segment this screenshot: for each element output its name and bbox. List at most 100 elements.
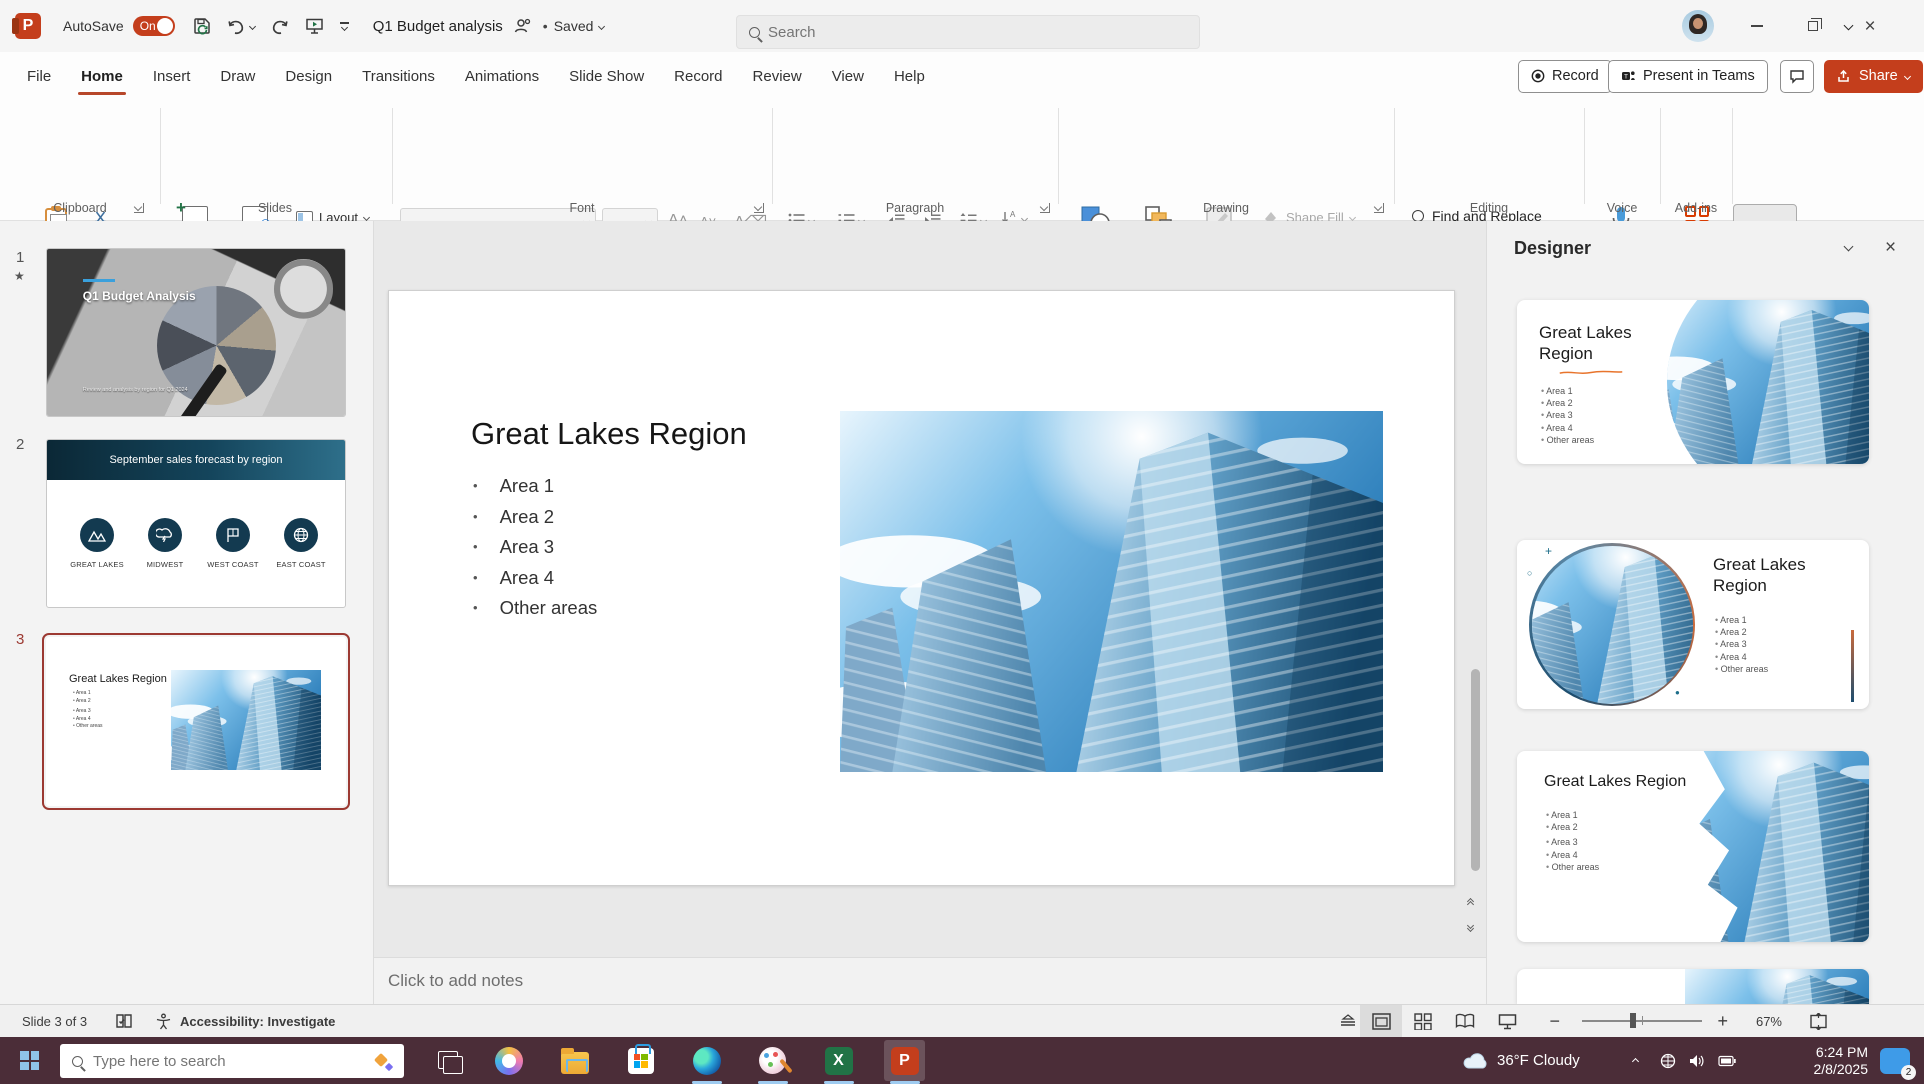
minimize-button[interactable] bbox=[1734, 0, 1780, 52]
previous-slide-button[interactable] bbox=[1468, 899, 1473, 907]
taskbar-file-explorer-icon[interactable] bbox=[554, 1040, 595, 1081]
battery-icon[interactable] bbox=[1718, 1055, 1736, 1067]
taskbar-paint-icon[interactable] bbox=[752, 1040, 793, 1081]
zoom-out-button[interactable]: − bbox=[1549, 1011, 1560, 1032]
taskbar-search-box[interactable] bbox=[60, 1044, 404, 1078]
notes-pane[interactable]: Click to add notes bbox=[374, 957, 1486, 1004]
document-title[interactable]: Q1 Budget analysis bbox=[373, 18, 503, 35]
search-icon bbox=[72, 1056, 83, 1067]
redo-icon[interactable] bbox=[271, 18, 289, 35]
clock[interactable]: 6:24 PM 2/8/2025 bbox=[1788, 1044, 1868, 1078]
saved-status-chevron-icon[interactable] bbox=[598, 22, 605, 29]
undo-icon[interactable] bbox=[227, 18, 255, 35]
account-avatar[interactable] bbox=[1682, 10, 1714, 42]
slide-sorter-view-button[interactable] bbox=[1402, 1005, 1444, 1038]
share-chevron-icon bbox=[1904, 72, 1911, 79]
zoom-slider-thumb[interactable] bbox=[1630, 1013, 1636, 1028]
zoom-in-button[interactable]: + bbox=[1717, 1011, 1728, 1032]
teams-icon: T bbox=[1621, 69, 1636, 84]
editing-group-label: Editing bbox=[1394, 201, 1584, 215]
reading-view-button[interactable] bbox=[1444, 1005, 1486, 1038]
taskbar-copilot-icon[interactable] bbox=[488, 1040, 529, 1081]
tab-help[interactable]: Help bbox=[879, 52, 940, 100]
start-slideshow-icon[interactable] bbox=[305, 17, 324, 35]
slideshow-view-button[interactable] bbox=[1486, 1005, 1528, 1038]
notification-center-icon[interactable]: 2 bbox=[1880, 1048, 1910, 1074]
search-bar[interactable] bbox=[736, 15, 1200, 49]
tab-animations[interactable]: Animations bbox=[450, 52, 554, 100]
accessibility-status[interactable]: Accessibility: Investigate bbox=[180, 1014, 335, 1029]
spell-check-icon[interactable] bbox=[115, 1005, 133, 1037]
autosave-label: AutoSave bbox=[63, 18, 124, 34]
tab-view[interactable]: View bbox=[817, 52, 879, 100]
designer-close-icon[interactable]: × bbox=[1885, 237, 1896, 259]
notes-icon bbox=[1339, 1014, 1357, 1028]
design-suggestion-4[interactable] bbox=[1517, 969, 1869, 1004]
region-label: GREAT LAKES bbox=[62, 560, 132, 569]
tab-home[interactable]: Home bbox=[66, 52, 138, 100]
taskbar-edge-icon[interactable] bbox=[686, 1040, 727, 1081]
zoom-slider[interactable] bbox=[1582, 1020, 1702, 1021]
tab-record[interactable]: Record bbox=[659, 52, 737, 100]
tab-design[interactable]: Design bbox=[270, 52, 347, 100]
tab-draw[interactable]: Draw bbox=[205, 52, 270, 100]
slide-photo[interactable] bbox=[840, 411, 1383, 772]
svg-text:T: T bbox=[1624, 73, 1628, 80]
slide-3-photo bbox=[171, 670, 321, 770]
fit-slide-to-window-icon[interactable] bbox=[1809, 1005, 1828, 1037]
autosave-toggle[interactable]: On bbox=[133, 16, 175, 36]
next-slide-button[interactable] bbox=[1468, 923, 1473, 931]
slide-3-number: 3 bbox=[16, 631, 24, 648]
slide-1-thumbnail[interactable]: Q1 Budget Analysis Review and analysis b… bbox=[46, 248, 346, 417]
design-suggestion-2[interactable]: + ○ ● Great Lakes Region Area 1 Area 2 A… bbox=[1517, 540, 1869, 709]
powerpoint-app-icon[interactable]: P bbox=[15, 13, 41, 39]
taskbar-microsoft-store-icon[interactable] bbox=[620, 1040, 661, 1081]
close-button[interactable]: × bbox=[1847, 0, 1893, 52]
tab-review[interactable]: Review bbox=[738, 52, 817, 100]
tab-insert[interactable]: Insert bbox=[138, 52, 206, 100]
restore-button[interactable] bbox=[1790, 0, 1836, 52]
weather-widget[interactable]: 36°F Cloudy bbox=[1462, 1051, 1580, 1071]
slide-indicator[interactable]: Slide 3 of 3 bbox=[22, 1014, 87, 1029]
saved-status[interactable]: Saved bbox=[554, 18, 594, 34]
record-button[interactable]: Record bbox=[1518, 60, 1612, 93]
dot-decoration-icon: ● bbox=[1675, 688, 1680, 697]
hidden-icons-chevron-icon[interactable] bbox=[1632, 1058, 1639, 1065]
slide-2-number: 2 bbox=[16, 436, 24, 453]
slide-title-text[interactable]: Great Lakes Region bbox=[471, 416, 747, 452]
vertical-scrollbar[interactable] bbox=[1471, 669, 1480, 871]
search-highlights-icon[interactable] bbox=[374, 1052, 392, 1070]
present-in-teams-button[interactable]: T Present in Teams bbox=[1608, 60, 1768, 93]
notes-placeholder: Click to add notes bbox=[388, 971, 523, 991]
slide-1-number: 1 bbox=[16, 249, 24, 266]
customize-qat-icon[interactable] bbox=[340, 22, 349, 30]
save-icon[interactable] bbox=[193, 17, 211, 35]
design-suggestion-3[interactable]: Great Lakes Region Area 1 Area 2 Area 3 … bbox=[1517, 751, 1869, 942]
taskbar-search-input[interactable] bbox=[93, 1053, 323, 1070]
comments-button[interactable] bbox=[1780, 60, 1814, 93]
start-button[interactable] bbox=[20, 1051, 39, 1070]
zoom-level[interactable]: 67% bbox=[1756, 1014, 1782, 1029]
share-button[interactable]: Share bbox=[1824, 60, 1923, 93]
network-icon[interactable] bbox=[1660, 1053, 1676, 1069]
flag-icon bbox=[216, 518, 250, 552]
taskbar-excel-icon[interactable]: X bbox=[818, 1040, 859, 1081]
slide-3-thumbnail[interactable]: Great Lakes Region Area 1 Area 2 Area 3 … bbox=[46, 637, 346, 806]
slide-2-thumbnail[interactable]: September sales forecast by region GREAT… bbox=[46, 439, 346, 608]
designer-collapse-chevron-icon[interactable] bbox=[1844, 242, 1854, 252]
task-view-button[interactable] bbox=[438, 1051, 458, 1069]
slide-bullet-list[interactable]: Area 1 Area 2 Area 3 Area 4 Other areas bbox=[473, 475, 597, 628]
tab-slide-show[interactable]: Slide Show bbox=[554, 52, 659, 100]
volume-icon[interactable] bbox=[1689, 1054, 1705, 1068]
tab-transitions[interactable]: Transitions bbox=[347, 52, 450, 100]
accessibility-icon[interactable] bbox=[155, 1005, 172, 1037]
design-3-title: Great Lakes Region bbox=[1544, 771, 1724, 792]
design-suggestion-1[interactable]: Great Lakes Region Area 1 Area 2 Area 3 … bbox=[1517, 300, 1869, 464]
slide-canvas[interactable]: Great Lakes Region Area 1 Area 2 Area 3 … bbox=[388, 290, 1455, 886]
search-input[interactable] bbox=[768, 24, 1187, 41]
shared-with-me-icon[interactable] bbox=[513, 18, 531, 34]
drawing-group-label: Drawing bbox=[1058, 201, 1394, 215]
tab-file[interactable]: File bbox=[12, 52, 66, 100]
normal-view-button[interactable] bbox=[1360, 1005, 1402, 1038]
taskbar-powerpoint-icon[interactable]: P bbox=[884, 1040, 925, 1081]
